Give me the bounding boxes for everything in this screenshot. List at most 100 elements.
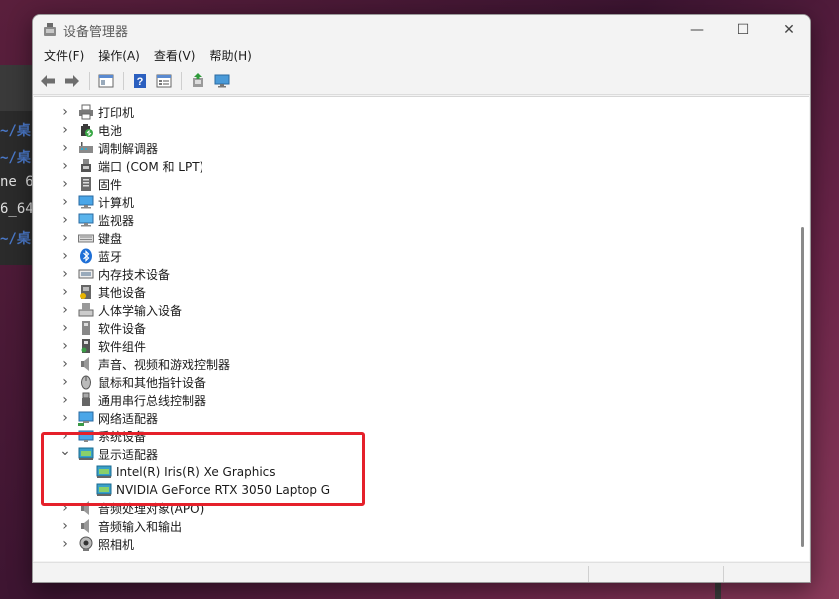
expand-chevron-icon[interactable]: › — [58, 536, 72, 552]
tree-category-item[interactable]: › 监视器 — [58, 211, 134, 229]
tree-category-item[interactable]: › 网络适配器 — [58, 409, 158, 427]
arrow-left-icon — [41, 74, 55, 87]
expand-chevron-icon[interactable]: › — [58, 302, 72, 318]
tree-item-label: 照相机 — [98, 537, 135, 552]
tree-category-item[interactable]: › 软件设备 — [58, 319, 146, 337]
expand-chevron-icon[interactable]: › — [58, 122, 72, 138]
expand-chevron-icon[interactable]: › — [58, 428, 72, 444]
tree-item-label: 人体学输入设备 — [98, 303, 183, 318]
tree-item-label: 打印机 — [98, 105, 135, 120]
tree-category-item[interactable]: › 音频处理对象(APO) — [58, 499, 204, 517]
menu-action[interactable]: 操作(A) — [91, 45, 147, 67]
monitor-scan-icon — [214, 74, 230, 87]
update-driver-icon — [193, 72, 203, 87]
tree-category-item[interactable]: › 蓝牙 — [58, 247, 122, 265]
tree-item-label: 键盘 — [98, 231, 123, 246]
menu-bar: 文件(F) 操作(A) 查看(V) 帮助(H) — [33, 45, 810, 67]
terminal-line: ~/桌 — [0, 123, 31, 139]
toolbar-separator — [123, 71, 124, 90]
tree-category-item[interactable]: › 打印机 — [58, 103, 134, 121]
device-manager-icon — [42, 22, 58, 38]
vertical-scrollbar[interactable] — [799, 97, 807, 562]
properties-button[interactable] — [153, 70, 175, 92]
show-hide-console-tree-button[interactable] — [95, 70, 117, 92]
tree-child-item[interactable]: NVIDIA GeForce RTX 3050 Laptop GPU — [90, 481, 331, 499]
expand-chevron-icon[interactable]: › — [58, 158, 72, 174]
expand-chevron-icon[interactable]: › — [58, 338, 72, 354]
device-tree-panel[interactable]: › 打印机 › 电池 › 调制解调器 › 端口 (COM 和 LPT) › 固件 › 计算机 › 监视器 ›… — [34, 96, 809, 561]
mouse-icon — [78, 374, 94, 390]
expand-chevron-icon[interactable]: › — [58, 248, 72, 264]
update-driver-button[interactable] — [187, 70, 209, 92]
expand-chevron-icon[interactable]: › — [58, 140, 72, 156]
tree-item-label: 电池 — [98, 123, 123, 138]
tree-child-item[interactable]: Intel(R) Iris(R) Xe Graphics — [90, 463, 276, 481]
toolbar-separator — [181, 71, 182, 90]
collapse-chevron-icon[interactable]: ⌄ — [58, 443, 72, 459]
expand-chevron-icon[interactable]: › — [58, 410, 72, 426]
help-button[interactable]: ? — [129, 70, 151, 92]
battery-icon — [78, 122, 94, 138]
computer-icon — [78, 194, 94, 210]
printer-icon — [78, 104, 94, 120]
expand-chevron-icon[interactable]: › — [58, 176, 72, 192]
tree-category-item[interactable]: › 内存技术设备 — [58, 265, 170, 283]
display-adapter-icon — [78, 446, 94, 462]
tree-item-label: 音频输入和输出 — [98, 519, 183, 534]
menu-file[interactable]: 文件(F) — [37, 45, 91, 67]
tree-category-item[interactable]: › 计算机 — [58, 193, 134, 211]
bluetooth-icon — [78, 248, 94, 264]
tree-category-item[interactable]: › 人体学输入设备 — [58, 301, 182, 319]
scan-hardware-button[interactable] — [211, 70, 233, 92]
terminal-line: ne 6 — [0, 174, 34, 190]
status-divider — [723, 566, 724, 582]
scrollbar-thumb[interactable] — [801, 227, 804, 547]
tree-category-item[interactable]: › 键盘 — [58, 229, 122, 247]
speaker-icon — [78, 518, 94, 534]
tree-category-item[interactable]: › 其他设备 — [58, 283, 146, 301]
title-bar[interactable]: 设备管理器 — ☐ ✕ — [33, 15, 810, 45]
usb-icon — [78, 392, 94, 408]
tree-category-item[interactable]: › 电池 — [58, 121, 122, 139]
minimize-button[interactable]: — — [674, 15, 720, 45]
back-button[interactable] — [37, 70, 59, 92]
tree-category-item[interactable]: › 鼠标和其他指针设备 — [58, 373, 206, 391]
tree-item-label: 软件组件 — [98, 339, 147, 354]
speaker-icon — [78, 500, 94, 516]
tree-item-label: 通用串行总线控制器 — [98, 393, 207, 408]
tree-category-item[interactable]: › 声音、视频和游戏控制器 — [58, 355, 230, 373]
expand-chevron-icon[interactable]: › — [58, 212, 72, 228]
expand-chevron-icon[interactable]: › — [58, 320, 72, 336]
expand-chevron-icon[interactable]: › — [58, 284, 72, 300]
menu-help[interactable]: 帮助(H) — [202, 45, 258, 67]
tree-category-item[interactable]: › 固件 — [58, 175, 122, 193]
maximize-button[interactable]: ☐ — [720, 15, 766, 45]
expand-chevron-icon[interactable]: › — [58, 194, 72, 210]
expand-chevron-icon[interactable]: › — [58, 230, 72, 246]
status-divider — [588, 566, 589, 582]
tree-category-item[interactable]: › 音频输入和输出 — [58, 517, 182, 535]
tree-category-item[interactable]: › 端口 (COM 和 LPT) — [58, 157, 202, 175]
tree-category-item[interactable]: › 照相机 — [58, 535, 134, 553]
close-button[interactable]: ✕ — [766, 15, 810, 45]
terminal-line: ~/桌 — [0, 150, 31, 166]
hid-icon — [78, 302, 94, 318]
forward-button[interactable] — [61, 70, 83, 92]
menu-view[interactable]: 查看(V) — [147, 45, 203, 67]
tree-category-item[interactable]: ⌄ 显示适配器 — [58, 443, 158, 463]
tree-category-item[interactable]: › 通用串行总线控制器 — [58, 391, 206, 409]
firmware-icon — [78, 176, 94, 192]
tree-category-item[interactable]: › 调制解调器 — [58, 139, 158, 157]
expand-chevron-icon[interactable]: › — [58, 500, 72, 516]
tree-item-label: 内存技术设备 — [98, 267, 171, 282]
software-device-icon — [78, 320, 94, 336]
expand-chevron-icon[interactable]: › — [58, 392, 72, 408]
expand-chevron-icon[interactable]: › — [58, 266, 72, 282]
expand-chevron-icon[interactable]: › — [58, 104, 72, 120]
expand-chevron-icon[interactable]: › — [58, 518, 72, 534]
expand-chevron-icon[interactable]: › — [58, 374, 72, 390]
tree-category-item[interactable]: › 软件组件 — [58, 337, 146, 355]
tree-item-label: 软件设备 — [98, 321, 147, 336]
expand-chevron-icon[interactable]: › — [58, 356, 72, 372]
tree-item-label: 声音、视频和游戏控制器 — [98, 357, 231, 372]
